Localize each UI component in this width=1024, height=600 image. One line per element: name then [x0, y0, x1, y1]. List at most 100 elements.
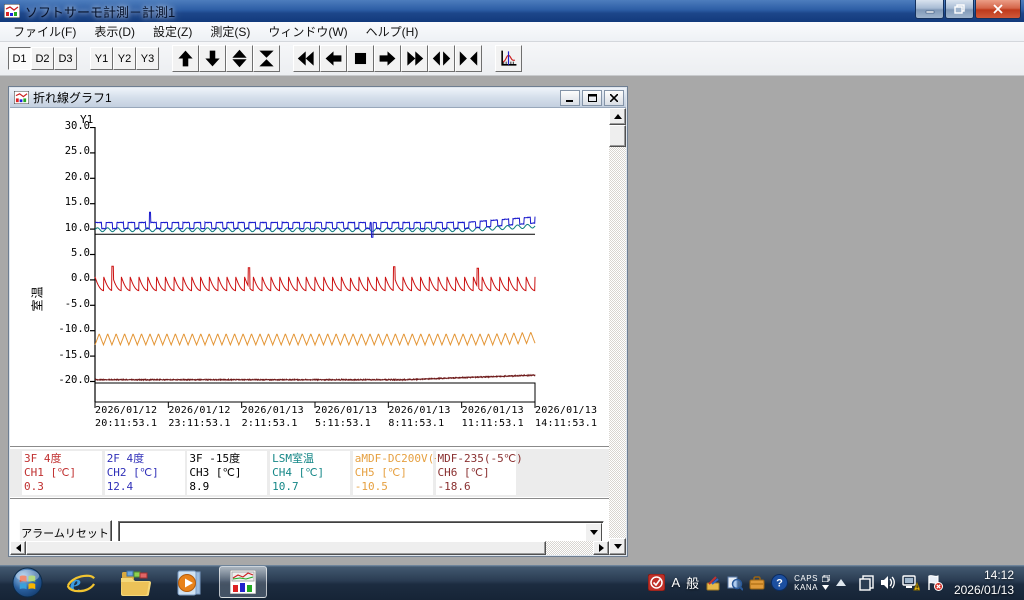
y-tick-label: 25.0 — [38, 145, 90, 157]
help-icon[interactable]: ? — [771, 574, 788, 591]
channel-cell-2[interactable]: 2F 4度CH2 [℃]12.4 — [105, 451, 185, 495]
channel-label: 3F -15度 — [189, 452, 265, 466]
volume-icon[interactable] — [880, 575, 896, 590]
taskbar-item-media-player[interactable] — [162, 565, 216, 600]
graph-window: 折れ線グラフ1 Y1 室温 30.025.020.015.010.05.00.0… — [8, 86, 628, 557]
channel-id: CH1 [℃] — [24, 466, 100, 480]
d-button-d2[interactable]: D2 — [31, 47, 54, 70]
compress-vertical-button[interactable] — [253, 45, 280, 72]
y-button-y1[interactable]: Y1 — [90, 47, 113, 70]
channel-cell-6[interactable]: MDF-235(-5℃)CH6 [℃]-18.6 — [436, 451, 516, 495]
scroll-down-button[interactable] — [199, 45, 226, 72]
x-tick-label: 2026/01/1311:11:53.1 — [462, 404, 524, 430]
graph-window-titlebar[interactable]: 折れ線グラフ1 — [10, 88, 626, 108]
divider — [10, 446, 609, 448]
taskbar: e — [0, 565, 1024, 600]
menu-item-5[interactable]: ヘルプ(H) — [357, 21, 428, 42]
range-selector-box[interactable] — [95, 383, 535, 402]
menu-item-4[interactable]: ウィンドウ(W) — [259, 21, 356, 42]
graph-close-button[interactable] — [604, 90, 624, 106]
restore-button[interactable] — [945, 0, 974, 19]
ime-conversion-mode[interactable]: 般 — [686, 573, 699, 592]
step-left-button[interactable] — [320, 45, 347, 72]
stop-button[interactable] — [347, 45, 374, 72]
minimize-button[interactable] — [915, 0, 944, 19]
y-tick-label: 10.0 — [38, 222, 90, 234]
taskbar-item-explorer[interactable] — [108, 565, 162, 600]
graph-maximize-button[interactable] — [582, 90, 602, 106]
compress-horizontal-button[interactable] — [455, 45, 482, 72]
channel-cell-4[interactable]: LSM室温CH4 [℃]10.7 — [270, 451, 350, 495]
toolbar: D1D2D3 Y1Y2Y3 — [0, 42, 1024, 76]
y-tick-label: -5.0 — [38, 298, 90, 310]
taskbar-item-ie[interactable]: e — [54, 565, 108, 600]
show-hidden-icons-button[interactable] — [836, 579, 846, 586]
clock-time: 14:12 — [954, 568, 1014, 583]
channel-id: CH6 [℃] — [438, 466, 514, 480]
hscroll-thumb[interactable] — [26, 541, 546, 555]
toolbox-icon[interactable] — [749, 576, 765, 590]
clock-date: 2026/01/13 — [954, 583, 1014, 598]
flag-notification-icon[interactable] — [926, 575, 943, 591]
scroll-up-button[interactable] — [172, 45, 199, 72]
channel-label: LSM室温 — [272, 452, 348, 466]
series-ch1 — [95, 266, 535, 290]
ime-status-block[interactable]: CAPS KANA — [794, 574, 830, 592]
combo-dropdown-button[interactable] — [585, 523, 602, 542]
channel-label: 2F 4度 — [107, 452, 183, 466]
x-tick-label: 2026/01/138:11:53.1 — [388, 404, 450, 430]
horizontal-scrollbar[interactable] — [10, 541, 609, 555]
channel-value: 0.3 — [24, 480, 100, 494]
main-titlebar: ソフトサーモ計測－計測1 — [0, 0, 1024, 22]
vscroll-track[interactable] — [609, 125, 626, 538]
expand-vertical-button[interactable] — [226, 45, 253, 72]
ime-pad-search-icon[interactable] — [727, 575, 743, 591]
vscroll-down-button[interactable] — [609, 538, 626, 555]
y-button-y3[interactable]: Y3 — [136, 47, 159, 70]
menu-item-0[interactable]: ファイル(F) — [4, 21, 85, 42]
hscroll-right-button[interactable] — [593, 541, 609, 555]
menu-item-3[interactable]: 測定(S) — [201, 21, 259, 42]
channel-id: CH3 [℃] — [189, 466, 265, 480]
start-button[interactable] — [0, 565, 54, 600]
menu-item-1[interactable]: 表示(D) — [85, 21, 144, 42]
channel-label: aMDF-DC200V(+7 — [355, 452, 431, 466]
x-tick-label: 2026/01/135:11:53.1 — [315, 404, 377, 430]
vscroll-up-button[interactable] — [609, 108, 626, 125]
menu-item-2[interactable]: 設定(Z) — [144, 21, 201, 42]
graph-view-button[interactable] — [495, 45, 522, 72]
channel-cell-3[interactable]: 3F -15度CH3 [℃]8.9 — [187, 451, 267, 495]
close-button[interactable] — [975, 0, 1021, 19]
d-button-d3[interactable]: D3 — [54, 47, 77, 70]
clock[interactable]: 14:12 2026/01/13 — [954, 568, 1014, 598]
d-button-d1[interactable]: D1 — [8, 47, 31, 70]
step-right-button[interactable] — [374, 45, 401, 72]
x-tick-label: 2026/01/1220:11:53.1 — [95, 404, 157, 430]
channel-value: -18.6 — [438, 480, 514, 494]
rewind-button[interactable] — [293, 45, 320, 72]
fast-forward-button[interactable] — [401, 45, 428, 72]
channel-value: 12.4 — [107, 480, 183, 494]
caps-indicator: CAPS — [794, 574, 818, 583]
vscroll-thumb[interactable] — [609, 125, 626, 147]
security-tray-icon[interactable] — [648, 574, 665, 591]
graph-window-icon — [14, 91, 29, 104]
ime-input-mode[interactable]: A — [671, 575, 680, 590]
network-status-icon[interactable] — [902, 575, 920, 591]
up-arrow-icon — [614, 114, 622, 119]
hscroll-left-button[interactable] — [10, 541, 26, 555]
expand-horizontal-button[interactable] — [428, 45, 455, 72]
kana-indicator: KANA — [794, 583, 818, 592]
main-window-title: ソフトサーモ計測－計測1 — [25, 2, 175, 21]
channel-label: MDF-235(-5℃) — [438, 452, 514, 466]
ime-tools-icon[interactable] — [705, 575, 721, 591]
vertical-scrollbar[interactable] — [609, 108, 626, 555]
graph-minimize-button[interactable] — [560, 90, 580, 106]
channel-cell-5[interactable]: aMDF-DC200V(+7CH5 [℃]-10.5 — [353, 451, 433, 495]
y-tick-label: -10.0 — [38, 323, 90, 335]
y-button-y2[interactable]: Y2 — [113, 47, 136, 70]
action-center-icon[interactable] — [859, 575, 874, 591]
taskbar-item-thermo-app-active[interactable] — [216, 565, 270, 600]
channel-label: 3F 4度 — [24, 452, 100, 466]
channel-cell-1[interactable]: 3F 4度CH1 [℃]0.3 — [22, 451, 102, 495]
